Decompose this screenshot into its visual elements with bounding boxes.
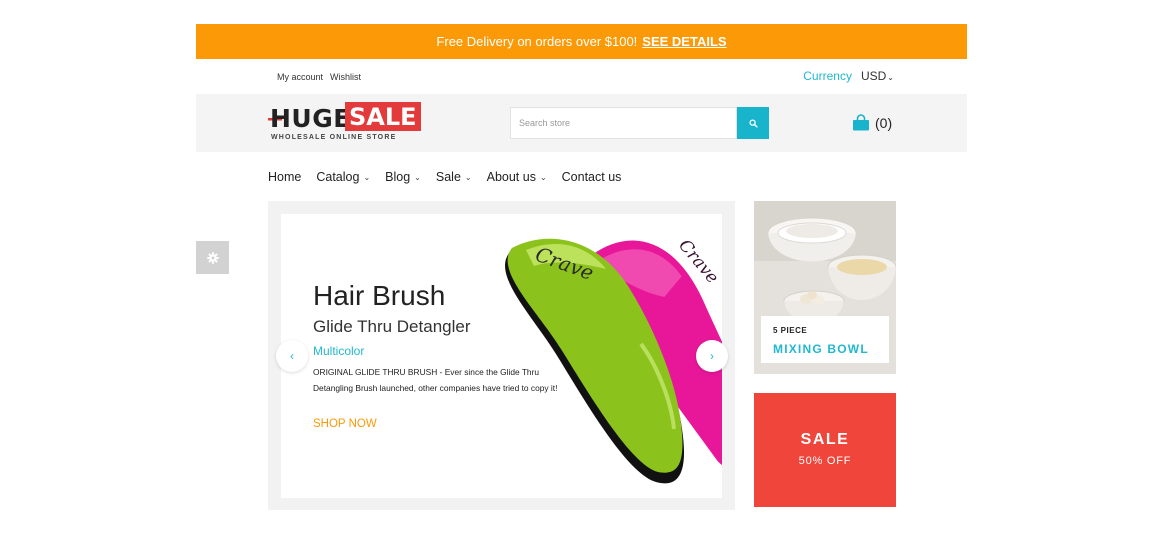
currency-value: USD xyxy=(860,69,887,83)
chevron-left-icon: ‹ xyxy=(290,349,294,363)
slide-title: Hair Brush xyxy=(313,280,446,311)
hero-slider: Hair Brush Glide Thru Detangler Multicol… xyxy=(268,201,735,510)
wishlist-link[interactable]: Wishlist xyxy=(330,72,361,82)
chevron-down-icon: ⌄ xyxy=(464,172,472,182)
see-details-link[interactable]: SEE DETAILS xyxy=(642,34,726,49)
hair-brush-image: Crave Crave xyxy=(505,236,722,484)
header: HUGE SALE WHOLESALE ONLINE STORE (0) xyxy=(196,94,967,152)
chevron-down-icon: ⌄ xyxy=(414,172,421,182)
nav-label: About us xyxy=(486,170,536,184)
nav-item-about-us[interactable]: About us ⌄ xyxy=(487,170,547,184)
top-links: My account Wishlist xyxy=(277,72,361,82)
chevron-right-icon: › xyxy=(710,349,714,363)
currency-selector: Currency USD⌄ xyxy=(803,69,894,83)
logo-sale-text: SALE xyxy=(345,102,421,131)
sale-promo[interactable]: SALE 50% OFF xyxy=(754,393,896,507)
my-account-link[interactable]: My account xyxy=(277,72,323,82)
nav-item-catalog[interactable]: Catalog ⌄ xyxy=(316,170,370,184)
nav-item-blog[interactable]: Blog ⌄ xyxy=(385,170,421,184)
sale-subtitle: 50% OFF xyxy=(798,455,852,467)
search-icon xyxy=(748,118,758,128)
nav-item-sale[interactable]: Sale ⌄ xyxy=(436,170,472,184)
slide-subtitle: Glide Thru Detangler xyxy=(313,317,471,336)
nav-item-contact-us[interactable]: Contact us xyxy=(562,170,622,184)
shopping-bag-icon xyxy=(853,114,869,131)
chevron-down-icon: ⌄ xyxy=(539,172,547,182)
cart-button[interactable]: (0) xyxy=(852,114,892,131)
logo-huge-text: HUGE xyxy=(270,104,351,133)
hero-slide: Hair Brush Glide Thru Detangler Multicol… xyxy=(281,214,722,498)
sale-title: SALE xyxy=(800,431,850,448)
shop-now-link[interactable]: SHOP NOW xyxy=(313,418,377,430)
chevron-down-icon: ⌄ xyxy=(887,73,894,82)
slider-next-button[interactable]: › xyxy=(696,340,728,372)
currency-label: Currency xyxy=(803,69,852,83)
logo-tagline: WHOLESALE ONLINE STORE xyxy=(271,134,397,141)
chevron-down-icon: ⌄ xyxy=(363,172,371,182)
nav-label: Catalog xyxy=(316,170,360,184)
nav-label: Sale xyxy=(435,170,461,184)
main-nav: Home Catalog ⌄ Blog ⌄ Sale ⌄ About us ⌄ Cont… xyxy=(268,170,621,184)
slider-prev-button[interactable]: ‹ xyxy=(276,340,308,372)
cart-count: (0) xyxy=(875,114,893,131)
settings-toggle[interactable] xyxy=(196,241,229,274)
bowl-small-text: 5 PIECE xyxy=(773,326,808,335)
promo-text: Free Delivery on orders over $100! xyxy=(436,34,638,49)
nav-label: Contact us xyxy=(561,170,622,184)
bowl-title: MIXING BOWL xyxy=(773,342,869,356)
search-bar xyxy=(510,107,769,139)
promo-bar: Free Delivery on orders over $100! SEE D… xyxy=(196,24,967,59)
nav-label: Blog xyxy=(385,170,411,184)
nav-item-home[interactable]: Home xyxy=(268,170,301,184)
currency-dropdown[interactable]: USD⌄ xyxy=(861,69,894,83)
slide-color: Multicolor xyxy=(313,344,365,358)
search-button[interactable] xyxy=(737,107,769,139)
mixing-bowl-label: 5 PIECE MIXING BOWL xyxy=(761,316,889,363)
gear-icon xyxy=(206,251,219,264)
nav-label: Home xyxy=(268,170,302,184)
mixing-bowl-promo[interactable]: 5 PIECE MIXING BOWL xyxy=(754,201,896,374)
logo[interactable]: HUGE SALE WHOLESALE ONLINE STORE xyxy=(268,102,421,144)
search-input[interactable] xyxy=(510,107,737,139)
